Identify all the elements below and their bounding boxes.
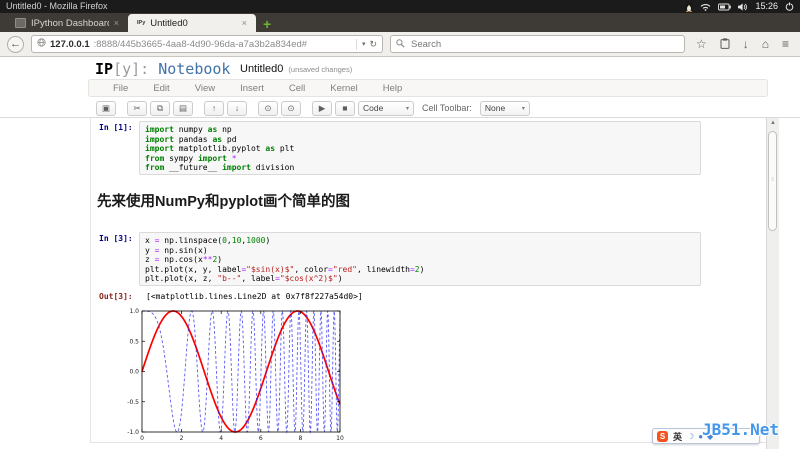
matplotlib-plot: 0 2 4 6 8 10 -1.0 -0.5 0.0 0.5 1.0 bbox=[124, 304, 354, 442]
globe-icon bbox=[37, 38, 46, 50]
ipy-favicon: IPy bbox=[137, 20, 146, 26]
dashboard-favicon bbox=[15, 18, 26, 28]
linux-penguin-icon[interactable] bbox=[685, 1, 693, 12]
scrollbar-track[interactable]: ▲ ≡ bbox=[766, 118, 779, 449]
search-bar[interactable] bbox=[390, 35, 685, 53]
cell-toolbar-select[interactable]: None ▾ bbox=[479, 100, 530, 116]
notebook-save-status: (unsaved changes) bbox=[288, 65, 353, 74]
watermark: JB51.Net bbox=[702, 420, 780, 439]
menu-hamburger-icon[interactable]: ≡ bbox=[782, 38, 789, 50]
select-prev-cell-button[interactable]: ⊙ bbox=[258, 100, 278, 116]
home-icon[interactable]: ⌂ bbox=[762, 38, 769, 50]
move-cell-up-button[interactable]: ↑ bbox=[204, 100, 224, 116]
url-bar[interactable]: 127.0.0.1 :8888/445b3665-4aa8-4d90-96da-… bbox=[31, 35, 383, 53]
menu-edit[interactable]: Edit bbox=[153, 83, 169, 94]
clock[interactable]: 15:26 bbox=[755, 0, 778, 13]
tab-untitled0[interactable]: IPy Untitled0 × bbox=[128, 14, 256, 32]
moon-icon[interactable]: ☽ bbox=[687, 432, 694, 441]
tab-ipython-dashboard[interactable]: IPython Dashboard × bbox=[6, 14, 128, 32]
battery-icon[interactable] bbox=[718, 3, 732, 11]
chevron-down-icon: ▾ bbox=[521, 105, 525, 112]
new-tab-button[interactable]: + bbox=[263, 16, 271, 32]
tab-close-icon[interactable]: × bbox=[242, 18, 247, 28]
notebook-toolbar: ▣ ✂ ⧉ ▤ ↑ ↓ ⊙ ⊙ ▶ ■ Code ▾ Cell Toolbar: None ▾ bbox=[96, 100, 530, 116]
downloads-icon[interactable]: ↓ bbox=[743, 38, 749, 50]
svg-text:1.0: 1.0 bbox=[129, 308, 139, 315]
search-input[interactable] bbox=[409, 37, 679, 51]
menu-help[interactable]: Help bbox=[383, 83, 403, 94]
code-cell-3[interactable]: x = np.linspace(0,10,1000) y = np.sin(x) z… bbox=[139, 232, 701, 286]
back-button[interactable]: ← bbox=[7, 35, 24, 53]
menu-file[interactable]: File bbox=[113, 83, 128, 94]
menu-cell[interactable]: Cell bbox=[289, 83, 305, 94]
svg-text:0.0: 0.0 bbox=[129, 369, 139, 376]
copy-cell-button[interactable]: ⧉ bbox=[150, 100, 170, 116]
url-path: :8888/445b3665-4aa8-4d90-96da-a7a3b2a834… bbox=[93, 38, 308, 50]
svg-text:-1.0: -1.0 bbox=[127, 429, 139, 436]
search-icon bbox=[396, 35, 405, 53]
notebook-title[interactable]: Untitled0 bbox=[240, 63, 283, 75]
input-prompt-3: In [3]: bbox=[99, 234, 133, 243]
interrupt-kernel-button[interactable]: ■ bbox=[335, 100, 355, 116]
wifi-icon[interactable] bbox=[700, 3, 711, 11]
scrollbar-up-arrow[interactable]: ▲ bbox=[767, 118, 779, 128]
paste-cell-button[interactable]: ▤ bbox=[173, 100, 193, 116]
cut-cell-button[interactable]: ✂ bbox=[127, 100, 147, 116]
notebook-container: In [1]: import numpy as np import pandas … bbox=[90, 118, 767, 443]
tab-label: Untitled0 bbox=[150, 17, 188, 29]
notebook-menubar: File Edit View Insert Cell Kernel Help bbox=[88, 79, 768, 97]
notebook-page: IP[y]: Notebook Untitled0 (unsaved chang… bbox=[0, 58, 800, 449]
plot-svg: 0 2 4 6 8 10 -1.0 -0.5 0.0 0.5 1.0 bbox=[127, 308, 344, 442]
svg-text:10: 10 bbox=[336, 435, 344, 442]
output-text-3: [<matplotlib.lines.Line2D at 0x7f8f227a5… bbox=[146, 292, 363, 301]
svg-text:8: 8 bbox=[298, 435, 302, 442]
ime-mode-indicator[interactable]: 英 bbox=[673, 430, 682, 443]
volume-icon[interactable] bbox=[738, 2, 748, 11]
menu-view[interactable]: View bbox=[195, 83, 215, 94]
system-tray: 15:26 bbox=[685, 0, 794, 13]
ipython-logo[interactable]: IP[y]: Notebook bbox=[95, 60, 230, 78]
power-icon[interactable] bbox=[785, 2, 794, 11]
bookmarks-clipboard-icon[interactable] bbox=[720, 37, 730, 51]
svg-text:4: 4 bbox=[219, 435, 223, 442]
cell-type-select[interactable]: Code ▾ bbox=[358, 100, 414, 116]
scrollbar-thumb[interactable]: ≡ bbox=[768, 131, 777, 231]
bookmark-star-icon[interactable]: ☆ bbox=[696, 38, 707, 50]
window-titlebar: Untitled0 - Mozilla Firefox 15:26 bbox=[0, 0, 800, 13]
move-cell-down-button[interactable]: ↓ bbox=[227, 100, 247, 116]
tab-label: IPython Dashboard bbox=[31, 17, 109, 29]
chevron-down-icon: ▾ bbox=[405, 105, 409, 112]
browser-navbar: ← 127.0.0.1 :8888/445b3665-4aa8-4d90-96d… bbox=[0, 32, 800, 57]
url-host: 127.0.0.1 bbox=[50, 38, 90, 50]
svg-text:0.5: 0.5 bbox=[129, 338, 139, 345]
window-title: Untitled0 - Mozilla Firefox bbox=[6, 1, 108, 11]
tab-close-icon[interactable]: × bbox=[114, 18, 119, 28]
sogou-logo-icon[interactable]: S bbox=[657, 430, 668, 442]
svg-text:-0.5: -0.5 bbox=[127, 399, 139, 406]
screen: Untitled0 - Mozilla Firefox 15:26 IPytho… bbox=[0, 0, 800, 449]
save-button[interactable]: ▣ bbox=[96, 100, 116, 116]
browser-tab-bar: IPython Dashboard × IPy Untitled0 × + bbox=[0, 13, 800, 32]
input-prompt-1: In [1]: bbox=[99, 123, 133, 132]
url-dropdown-icon[interactable]: ▾ bbox=[362, 40, 366, 48]
svg-text:2: 2 bbox=[180, 435, 184, 442]
svg-text:0: 0 bbox=[140, 435, 144, 442]
cell-toolbar-label: Cell Toolbar: bbox=[422, 103, 472, 113]
output-prompt-3: Out[3]: bbox=[99, 292, 133, 301]
scrollbar-grip: ≡ bbox=[770, 177, 775, 183]
code-cell-1[interactable]: import numpy as np import pandas as pd imp… bbox=[139, 121, 701, 175]
svg-text:6: 6 bbox=[259, 435, 263, 442]
markdown-heading[interactable]: 先来使用NumPy和pyplot画个简单的图 bbox=[97, 190, 350, 211]
reload-icon[interactable]: ↻ bbox=[369, 39, 377, 50]
run-cell-button[interactable]: ▶ bbox=[312, 100, 332, 116]
menu-insert[interactable]: Insert bbox=[240, 83, 264, 94]
menu-kernel[interactable]: Kernel bbox=[330, 83, 357, 94]
select-next-cell-button[interactable]: ⊙ bbox=[281, 100, 301, 116]
